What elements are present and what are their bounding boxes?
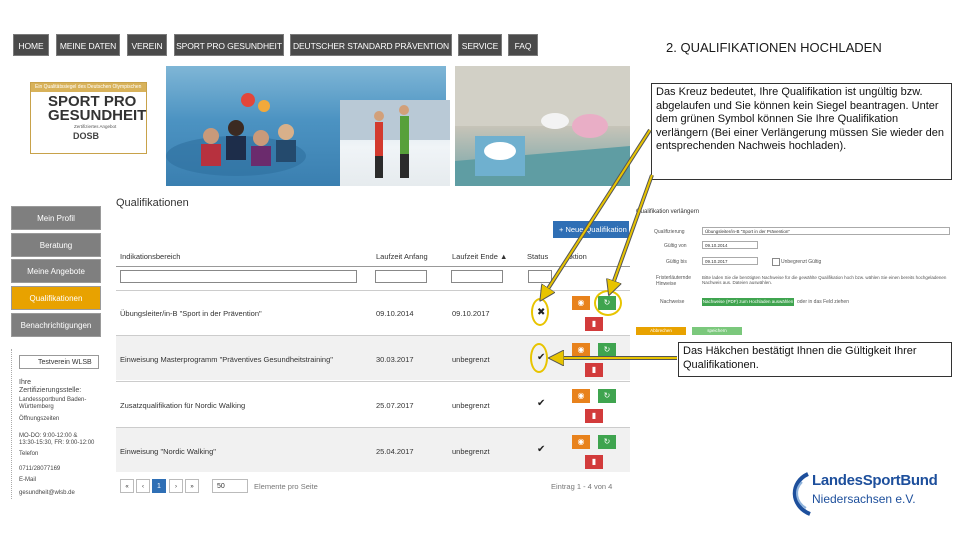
lsb-line-2: Niedersachsen e.V.: [812, 492, 916, 506]
annotation-arrows: [0, 128, 677, 540]
lsb-line-1: LandesSportBund: [812, 472, 938, 489]
lsb-swoosh-icon: [792, 472, 811, 516]
landessportbund-logo: LandesSportBund Niedersachsen e.V.: [782, 470, 952, 520]
